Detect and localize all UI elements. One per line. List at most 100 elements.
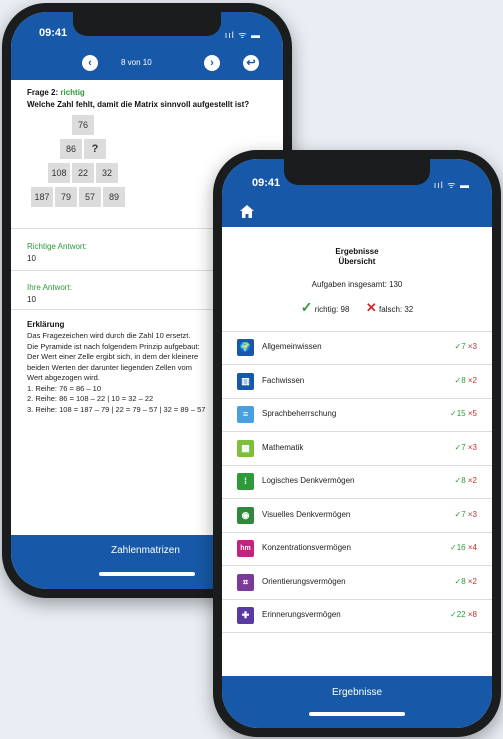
category-wrong: ×8: [467, 610, 477, 619]
category-row[interactable]: hm Konzentrationsvermögen ✓16 ×4: [222, 532, 492, 566]
explanation-line: 1. Reihe: 76 = 86 – 10: [27, 383, 102, 393]
pyramid-cell: 57: [79, 187, 101, 207]
chevron-left-icon[interactable]: ‹: [82, 55, 98, 71]
category-row[interactable]: ▥ Fachwissen ✓8 ×2: [222, 365, 492, 399]
question-counter: 8 von 10: [121, 58, 152, 67]
category-correct: ✓8: [454, 576, 466, 586]
back-notch: [73, 12, 221, 36]
explanation-title: Erklärung: [27, 320, 65, 329]
category-score: ✓8 ×2: [454, 376, 477, 385]
category-row[interactable]: ▦ Mathematik ✓7 ×3: [222, 432, 492, 466]
category-correct: ✓8: [454, 375, 466, 385]
chevron-right-icon[interactable]: ›: [204, 55, 220, 71]
category-correct: ✓7: [454, 509, 466, 519]
category-row[interactable]: ⁞ Logisches Denkvermögen ✓8 ×2: [222, 465, 492, 499]
your-answer-value: 10: [27, 295, 36, 304]
explanation-text: Das Fragezeichen wird durch die Zahl 10 …: [27, 331, 205, 415]
front-nav-bar: [222, 199, 492, 227]
front-signal-icons: ııl ᯤ ▬: [433, 180, 470, 190]
category-correct: ✓16: [450, 543, 466, 552]
category-name: Logisches Denkvermögen: [262, 476, 355, 485]
category-score: ✓15 ×5: [450, 409, 477, 418]
explanation-line: 3. Reihe: 108 = 187 – 79 | 22 = 79 – 57 …: [27, 404, 206, 414]
explanation-line: 2. Reihe: 86 = 108 – 22 | 10 = 32 – 22: [27, 394, 154, 403]
front-screen: 09:41 ııl ᯤ ▬ Ergebnisse Übersicht Aufga…: [222, 159, 492, 728]
explanation-line: Wert abgezogen wird.: [27, 373, 100, 382]
category-name: Sprachbeherrschung: [262, 409, 337, 418]
divider: [222, 632, 492, 633]
home-icon[interactable]: [240, 205, 254, 218]
pyramid-cell-missing: ?: [84, 139, 106, 159]
explanation-line: Der Wert einer Zelle ergibt sich, in dem…: [27, 352, 199, 361]
results-title: Ergebnisse: [335, 247, 379, 256]
correct-summary: richtig: 98: [314, 305, 350, 314]
pyramid-cell: 86: [60, 139, 82, 159]
category-correct: ✓22: [450, 610, 466, 619]
category-correct: ✓15: [450, 409, 466, 418]
books-icon: ▥: [237, 372, 254, 390]
category-wrong: ×3: [467, 442, 477, 452]
category-wrong: ×2: [467, 375, 477, 385]
check-icon: ✓: [300, 299, 313, 315]
category-name: Orientierungsvermögen: [262, 576, 346, 586]
category-name: Allgemeinwissen: [262, 342, 322, 351]
category-wrong: ×5: [467, 409, 477, 418]
category-row[interactable]: ⌗ Orientierungsvermögen ✓8 ×2: [222, 566, 492, 600]
question-result: richtig: [60, 88, 85, 97]
front-footer-bar[interactable]: Ergebnisse: [222, 676, 492, 728]
category-row[interactable]: ✚ Erinnerungsvermögen ✓22 ×8: [222, 599, 492, 633]
pyramid-cell: 22: [72, 163, 94, 183]
results-footer-title: Ergebnisse: [331, 687, 383, 698]
back-time: 09:41: [39, 27, 68, 39]
question-label: Frage 2:: [27, 88, 59, 97]
eye-icon: ◉: [237, 506, 254, 524]
category-name: Visuelles Denkvermögen: [262, 509, 351, 519]
puzzle-icon: ✚: [237, 607, 254, 624]
category-row[interactable]: ≡ Sprachbeherrschung ✓15 ×5: [222, 398, 492, 432]
category-row[interactable]: ◉ Visuelles Denkvermögen ✓7 ×3: [222, 499, 492, 533]
category-title: Zahlenmatrizen: [111, 545, 180, 556]
pyramid-cell: 89: [103, 187, 125, 207]
category-wrong: ×2: [467, 476, 477, 485]
exit-icon[interactable]: ↩: [243, 55, 259, 71]
wrong-summary: falsch: 32: [379, 305, 414, 314]
map-icon: ⌗: [237, 573, 254, 591]
document-icon: ≡: [237, 406, 254, 423]
category-score: ✓8 ×2: [454, 476, 477, 485]
explanation-line: Die Pyramide ist nach folgendem Prinzip …: [27, 341, 200, 351]
correct-answer-value: 10: [27, 254, 36, 263]
explanation-line: beiden Werten der darunter liegenden Zel…: [27, 362, 192, 372]
pyramid-cell: 76: [72, 115, 94, 135]
category-name: Konzentrationsvermögen: [262, 543, 351, 552]
cross-icon: ✕: [365, 300, 377, 315]
category-correct: ✓7: [454, 342, 466, 351]
your-answer-label: Ihre Antwort:: [27, 283, 72, 292]
category-correct: ✓7: [454, 442, 466, 452]
category-score: ✓7 ×3: [454, 443, 477, 452]
calculator-icon: ▦: [237, 439, 254, 457]
correct-answer-label: Richtige Antwort:: [27, 242, 88, 251]
category-score: ✓22 ×8: [450, 610, 477, 619]
explanation-line: Das Fragezeichen wird durch die Zahl 10 …: [27, 331, 191, 340]
category-name: Mathematik: [262, 442, 304, 452]
category-row[interactable]: 🌍 Allgemeinwissen ✓7 ×3: [222, 331, 492, 365]
category-wrong: ×2: [467, 576, 477, 586]
front-phone: 09:41 ııl ᯤ ▬ Ergebnisse Übersicht Aufga…: [213, 150, 501, 737]
category-wrong: ×3: [467, 509, 477, 519]
concentration-icon: hm: [237, 540, 254, 557]
back-nav-bar: ‹ 8 von 10 › ↩: [11, 46, 283, 80]
question-header: Frage 2: richtig: [27, 88, 85, 97]
results-subtitle: Übersicht: [338, 257, 376, 266]
logic-icon: ⁞: [237, 473, 254, 490]
category-wrong: ×4: [467, 543, 477, 552]
pyramid-cell: 187: [31, 187, 53, 207]
category-name: Fachwissen: [262, 375, 305, 385]
total-tasks: Aufgaben insgesamt: 130: [311, 280, 403, 289]
category-score: ✓8 ×2: [454, 577, 477, 586]
home-indicator: [309, 712, 405, 716]
category-correct: ✓8: [454, 476, 466, 485]
home-indicator: [99, 572, 195, 576]
category-score: ✓7 ×3: [454, 342, 477, 351]
back-signal-icons: ııl ᯤ ▬: [224, 30, 261, 40]
question-text: Welche Zahl fehlt, damit die Matrix sinn…: [27, 100, 250, 109]
